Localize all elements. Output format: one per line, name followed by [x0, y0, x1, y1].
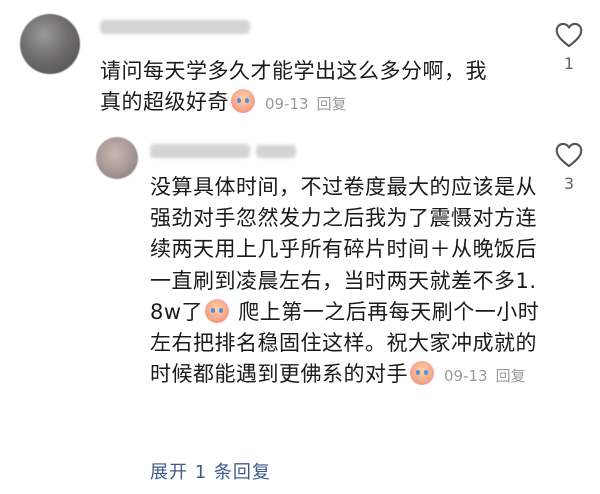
comment-meta: 09-13 回复 — [257, 95, 347, 113]
comment-like-count: 1 — [563, 54, 575, 73]
commenter-name-blurred[interactable] — [100, 20, 250, 34]
reply-like[interactable]: 3 — [552, 142, 586, 193]
comment-text-block: 请问每天学多久才能学出这么多分啊，我真的超级好奇 09-13 回复 — [100, 56, 490, 120]
comment-reply-button[interactable]: 回复 — [317, 95, 347, 113]
reply-text-block: 没算具体时间，不过卷度最大的应该是从强劲对手忽然发力之后我为了震慑对方连续两天用… — [150, 172, 540, 392]
reply-date: 09-13 — [444, 367, 488, 386]
crying-emoji-icon — [410, 361, 434, 386]
commenter-avatar[interactable] — [20, 14, 80, 74]
replier-name-blurred[interactable] — [150, 144, 250, 158]
crying-emoji-icon — [231, 89, 255, 113]
reply-reply-button[interactable]: 回复 — [496, 367, 526, 385]
heart-icon[interactable] — [555, 22, 583, 48]
comment-like[interactable]: 1 — [552, 22, 586, 73]
reply-meta: 09-13 回复 — [436, 367, 526, 385]
expand-replies-link[interactable]: 展开 1 条回复 — [150, 458, 271, 484]
heart-icon[interactable] — [555, 142, 583, 168]
replier-avatar[interactable] — [96, 137, 138, 179]
reply-like-count: 3 — [563, 174, 575, 193]
replier-tag-blurred — [256, 145, 296, 158]
crying-emoji-icon — [205, 298, 230, 323]
comment-date: 09-13 — [265, 95, 309, 113]
